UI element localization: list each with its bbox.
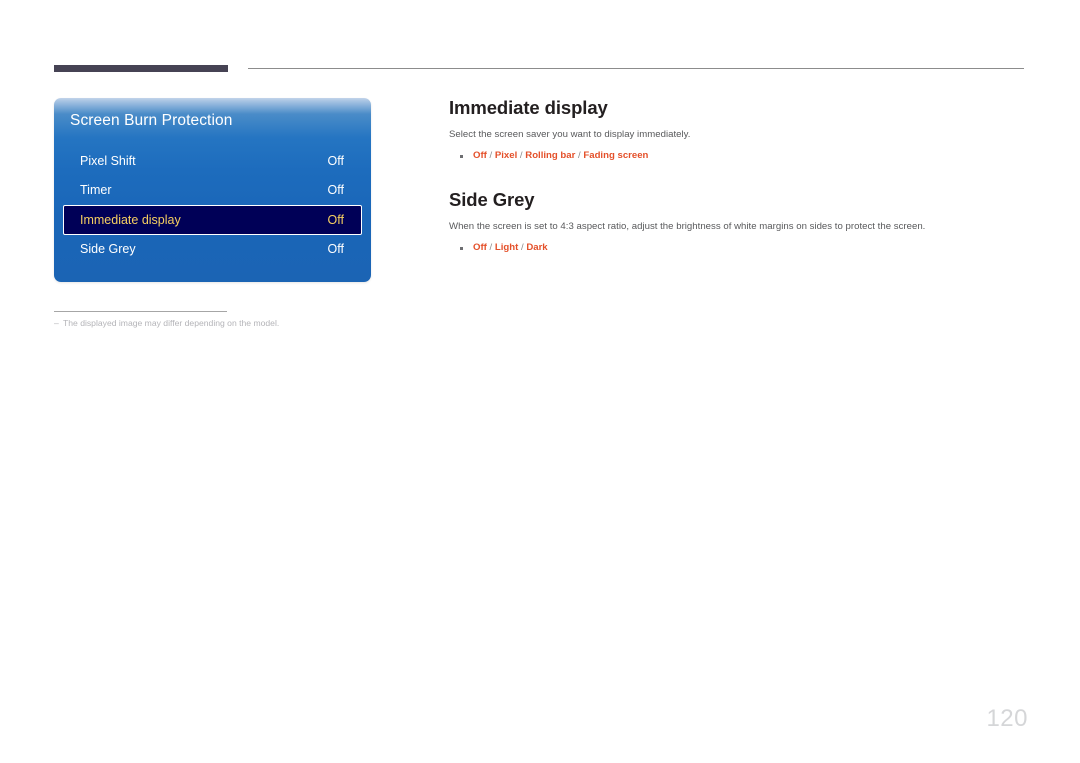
option-list-item: Off / Pixel / Rolling bar / Fading scree… (449, 150, 1025, 162)
osd-row-label: Pixel Shift (80, 153, 136, 168)
osd-menu-panel: Screen Burn Protection Pixel Shift Off Tim… (54, 98, 371, 282)
option-value: Off (473, 242, 487, 254)
section-description: Select the screen saver you want to disp… (449, 129, 691, 141)
osd-row-value: Off (327, 212, 344, 227)
section-heading: Side Grey (449, 188, 535, 210)
osd-row-immediate-display[interactable]: Immediate display Off (63, 205, 362, 235)
osd-row-value: Off (327, 242, 344, 257)
option-value: Dark (526, 242, 548, 254)
option-separator: / (486, 150, 495, 162)
header-divider-rule (248, 68, 1024, 69)
osd-panel-title: Screen Burn Protection (70, 112, 233, 129)
osd-row-label: Timer (80, 183, 112, 198)
footnote-divider (54, 311, 227, 312)
footnote: – The displayed image may differ dependin… (54, 318, 394, 328)
osd-row-side-grey[interactable]: Side Grey Off (63, 235, 362, 265)
option-value: Pixel (494, 150, 518, 162)
header-accent-bar (54, 65, 228, 72)
content-column: Immediate display Select the screen saver… (449, 97, 1025, 255)
manual-page: Screen Burn Protection Pixel Shift Off Tim… (0, 0, 1080, 763)
option-list-item: Off / Light / Dark (449, 242, 1025, 254)
osd-row-label: Side Grey (80, 242, 136, 257)
page-number: 120 (986, 705, 1028, 732)
option-value: Off (473, 150, 487, 162)
option-list: Off / Light / Dark (449, 242, 1025, 254)
section-heading: Immediate display (449, 97, 608, 118)
osd-row-value: Off (327, 153, 344, 168)
osd-row-timer[interactable]: Timer Off (63, 176, 362, 206)
content-section: Immediate display Select the screen saver… (449, 97, 1025, 163)
option-separator: / (486, 242, 495, 254)
osd-row-pixel-shift[interactable]: Pixel Shift Off (63, 146, 362, 176)
osd-row-label: Immediate display (80, 212, 181, 227)
option-value: Fading screen (583, 150, 649, 162)
content-section: Side Grey When the screen is set to 4:3 a… (449, 188, 1025, 255)
osd-menu-list: Pixel Shift Off Timer Off Immediate display O… (54, 146, 371, 264)
section-description: When the screen is set to 4:3 aspect rat… (449, 221, 926, 233)
osd-row-value: Off (327, 183, 344, 198)
option-list: Off / Pixel / Rolling bar / Fading scree… (449, 150, 1025, 162)
option-value: Light (494, 242, 519, 254)
footnote-dash: – (54, 318, 59, 328)
option-value: Rolling bar (525, 150, 576, 162)
footnote-text: The displayed image may differ depending… (63, 318, 280, 328)
